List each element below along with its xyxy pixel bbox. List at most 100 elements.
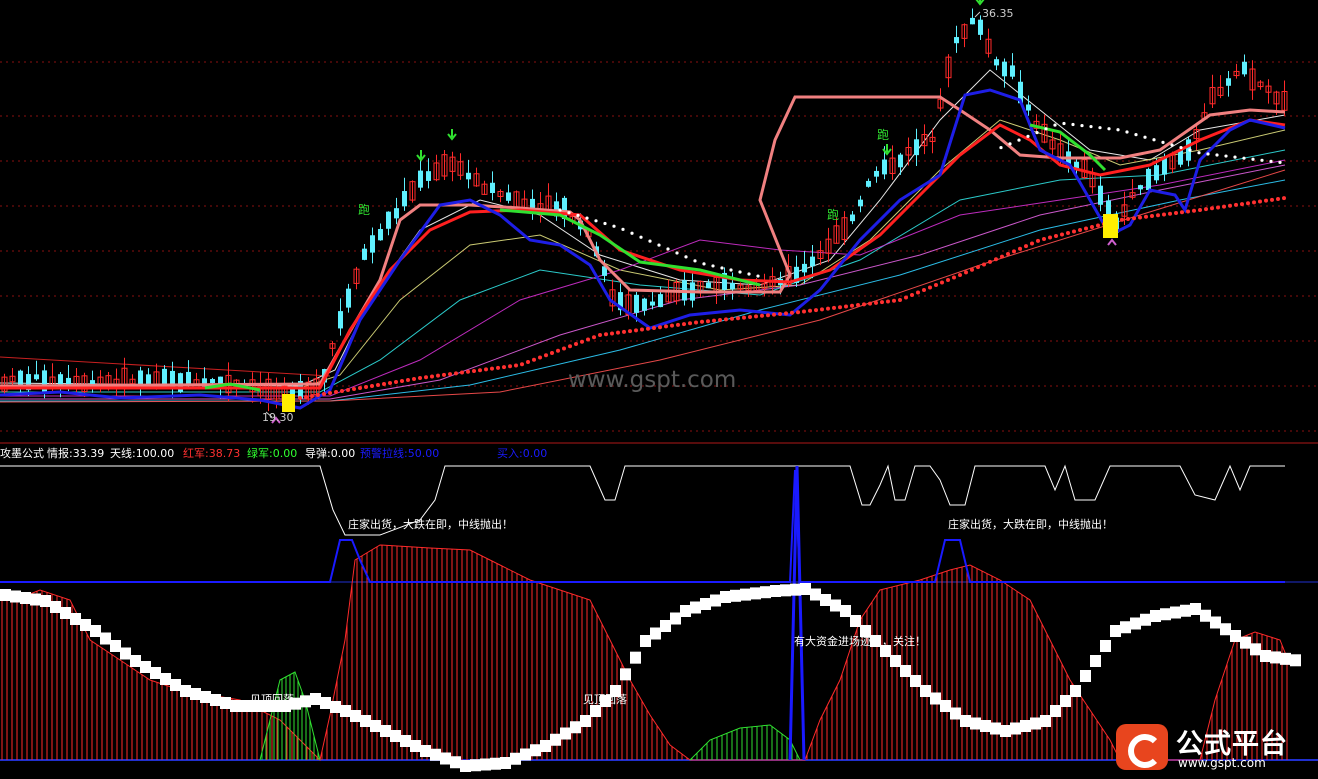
- signal-block: [500, 757, 511, 769]
- signal-block: [660, 620, 671, 632]
- signal-block: [1170, 606, 1181, 619]
- support-dot: [1090, 225, 1094, 229]
- signal-block: [320, 697, 331, 709]
- support-dot: [406, 378, 410, 382]
- support-dot: [868, 301, 872, 306]
- support-dot: [1000, 254, 1004, 259]
- candle-down: [634, 294, 639, 313]
- support-dot: [766, 313, 770, 318]
- support-dot: [346, 388, 350, 392]
- pullback-note-2: 见顶回落: [583, 693, 627, 706]
- signal-block: [800, 583, 811, 595]
- support-dot: [484, 367, 488, 372]
- support-dot: [970, 267, 974, 272]
- white-dot: [666, 247, 670, 251]
- signal-block: [90, 625, 101, 637]
- white-dot: [1278, 160, 1282, 165]
- support-dot: [436, 373, 440, 378]
- white-dot: [657, 243, 661, 247]
- support-dot: [652, 325, 656, 330]
- signal-block: [940, 700, 951, 712]
- support-dot: [412, 377, 416, 381]
- white-dot: [1143, 135, 1147, 139]
- white-dot: [1071, 122, 1075, 127]
- run-marker-3: 跑: [877, 128, 889, 142]
- support-dot: [874, 300, 878, 305]
- signal-block: [730, 589, 741, 602]
- signal-block: [640, 635, 651, 647]
- indicator-value-4: 绿军:0.00: [247, 446, 297, 460]
- candle-down: [650, 301, 655, 306]
- support-dot: [910, 293, 914, 297]
- signal-block: [720, 591, 731, 603]
- white-dot: [1215, 153, 1219, 157]
- candle-down: [378, 229, 383, 241]
- support-dot: [796, 310, 800, 315]
- support-dot: [376, 383, 380, 387]
- signal-block: [490, 757, 501, 770]
- support-dot: [544, 353, 548, 358]
- candle-down: [658, 294, 663, 308]
- support-dot: [1210, 206, 1214, 211]
- support-dot: [1138, 215, 1142, 220]
- white-dot: [1089, 125, 1093, 129]
- support-dot: [724, 317, 728, 322]
- support-dot: [364, 385, 368, 389]
- support-dot: [1150, 214, 1154, 218]
- support-dot: [802, 309, 806, 314]
- white-dot: [1260, 158, 1264, 162]
- arrow-up-icon: [1107, 238, 1117, 246]
- signal-block: [300, 695, 311, 708]
- support-dot: [628, 329, 632, 334]
- support-dot: [706, 319, 710, 324]
- support-dot: [682, 322, 686, 327]
- white-dot: [603, 221, 607, 226]
- signal-block: [1260, 650, 1271, 662]
- support-dot: [526, 360, 530, 364]
- signal-block: [370, 720, 381, 732]
- signal-block: [1160, 608, 1171, 621]
- signal-block: [420, 745, 431, 757]
- white-dot: [1053, 123, 1057, 127]
- signal-block: [920, 685, 931, 697]
- support-dots: [298, 196, 1286, 400]
- signal-block: [190, 688, 201, 700]
- support-dot: [1240, 202, 1244, 207]
- signal-block: [1240, 636, 1251, 649]
- support-dot: [904, 295, 908, 300]
- support-dot: [562, 346, 566, 351]
- support-dot: [916, 290, 920, 295]
- white-dot: [567, 211, 571, 215]
- signal-block: [1080, 670, 1091, 682]
- support-dot: [298, 396, 302, 400]
- support-dot: [454, 371, 458, 376]
- indicator-panel: [0, 464, 1301, 772]
- support-dot: [1198, 208, 1202, 212]
- candle-down: [850, 214, 855, 222]
- support-dot: [1234, 202, 1238, 207]
- white-dot: [1242, 156, 1246, 160]
- candle-down: [994, 59, 999, 66]
- support-dot: [1072, 229, 1076, 234]
- candle-down: [978, 19, 983, 35]
- signal-block: [480, 758, 491, 771]
- signal-block: [1230, 630, 1241, 642]
- candle-down: [882, 159, 887, 175]
- support-dot: [1084, 226, 1088, 231]
- signal-block: [820, 594, 831, 606]
- candle-down: [898, 154, 903, 168]
- candle-down: [730, 282, 735, 290]
- signal-block: [550, 733, 561, 746]
- grid-lines: [0, 61, 1318, 761]
- support-dot: [1282, 196, 1286, 201]
- white-dot: [684, 255, 688, 259]
- white-dot: [702, 262, 706, 266]
- support-dot: [1162, 212, 1166, 217]
- white-dot: [585, 216, 589, 220]
- support-dot: [856, 303, 860, 308]
- signal-block: [830, 599, 841, 612]
- white-dot: [612, 224, 616, 228]
- signal-block: [580, 715, 591, 727]
- distribution-note-2: 庄家出货，大跌在即，中线抛出！: [948, 517, 1113, 531]
- thin-ma-2: [0, 119, 1286, 389]
